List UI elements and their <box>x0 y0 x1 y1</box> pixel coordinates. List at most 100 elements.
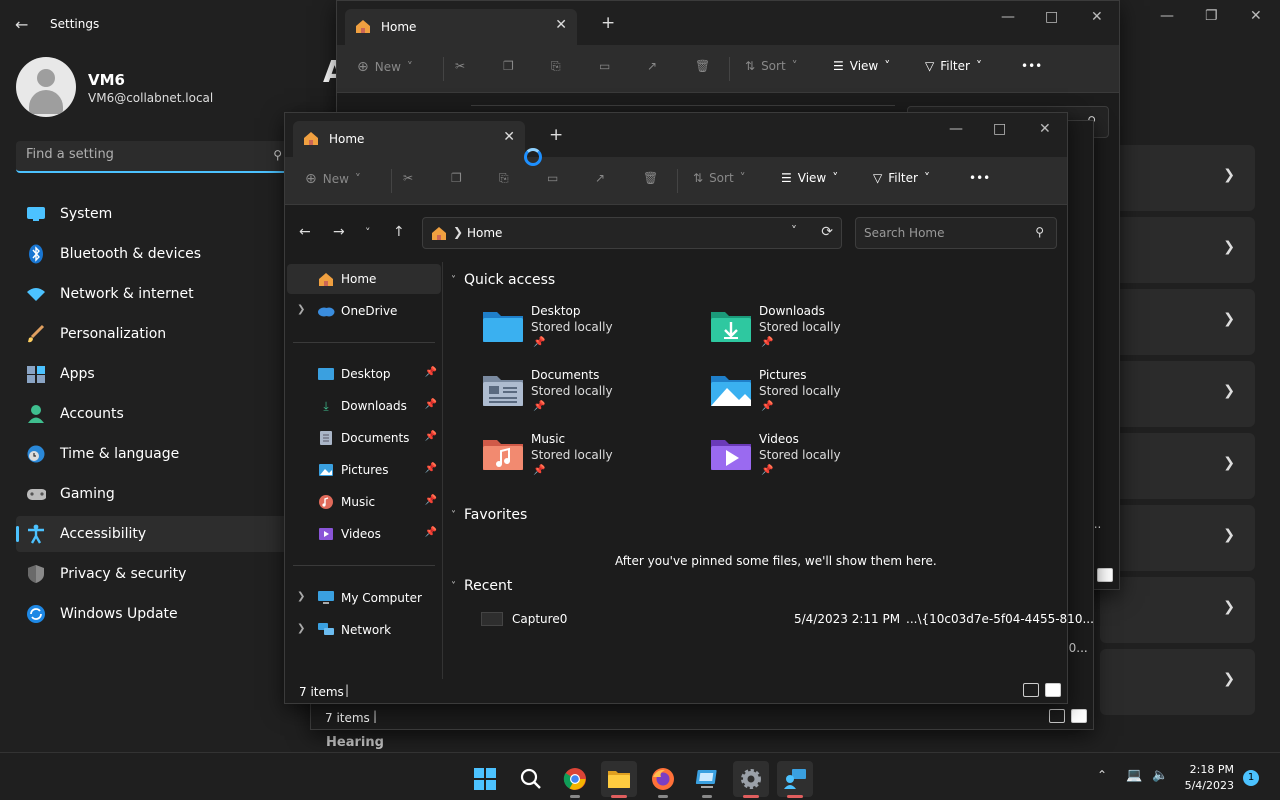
quick-access-item-downloads[interactable]: Downloads Stored locally 📌 <box>709 304 909 360</box>
notification-badge[interactable]: 1 <box>1243 770 1259 786</box>
close-tab-icon[interactable]: ✕ <box>503 129 515 145</box>
find-setting-input[interactable] <box>26 147 256 162</box>
paste-icon[interactable]: ⎘ <box>551 59 561 74</box>
sidebar-item-my-computer[interactable]: ❯ My Computer <box>287 583 441 613</box>
chevron-down-icon[interactable]: ˅ <box>791 224 797 238</box>
connect-button[interactable] <box>777 761 813 798</box>
settings-card[interactable]: ❯ <box>1100 577 1255 643</box>
favorites-header[interactable]: ˅ Favorites <box>451 507 527 523</box>
sidebar-item-videos[interactable]: Videos 📌 <box>287 519 441 549</box>
volume-icon[interactable]: 🔈 <box>1152 768 1168 783</box>
share-icon[interactable]: ↗ <box>647 59 657 73</box>
rename-icon[interactable]: ▭ <box>599 59 610 73</box>
avatar[interactable] <box>16 57 76 117</box>
sidebar-item-documents[interactable]: Documents 📌 <box>287 423 441 453</box>
filter-button[interactable]: ▽ Filter ˅ <box>925 59 982 73</box>
sidebar-item-downloads[interactable]: ⤓ Downloads 📌 <box>287 391 441 421</box>
sidebar-item-pictures[interactable]: Pictures 📌 <box>287 455 441 485</box>
minimize-icon[interactable]: — <box>1001 9 1015 25</box>
back-arrow-icon[interactable]: ← <box>299 224 311 240</box>
nav-item-windows-update[interactable]: Windows Update <box>16 596 288 632</box>
nav-item-bluetooth[interactable]: Bluetooth & devices <box>16 236 288 272</box>
quick-access-item-pictures[interactable]: Pictures Stored locally 📌 <box>709 368 909 424</box>
close-icon[interactable]: ✕ <box>1039 121 1051 137</box>
tab-home[interactable]: Home ✕ <box>345 9 577 45</box>
search-box[interactable]: ⚲ <box>855 217 1057 249</box>
pin-icon[interactable]: 📌 <box>425 399 437 410</box>
settings-card[interactable]: ❯ <box>1100 433 1255 499</box>
maximize-icon[interactable]: □ <box>1045 9 1058 25</box>
pin-icon[interactable]: 📌 <box>425 431 437 442</box>
pin-icon[interactable]: 📌 <box>425 495 437 506</box>
minimize-icon[interactable]: — <box>949 121 963 137</box>
quick-access-item-desktop[interactable]: Desktop Stored locally 📌 <box>481 304 681 360</box>
sidebar-item-network[interactable]: ❯ Network <box>287 615 441 645</box>
close-icon[interactable]: ✕ <box>1091 9 1103 25</box>
remote-desktop-button[interactable] <box>689 761 725 798</box>
network-status-icon[interactable]: 💻 <box>1126 768 1142 783</box>
nav-item-network[interactable]: Network & internet <box>16 276 288 312</box>
forward-arrow-icon[interactable]: → <box>333 224 345 240</box>
pin-icon[interactable]: 📌 <box>425 463 437 474</box>
nav-item-apps[interactable]: Apps <box>16 356 288 392</box>
recent-header[interactable]: ˅ Recent <box>451 578 512 594</box>
tiles-view-icon[interactable] <box>1071 709 1087 723</box>
nav-item-time-language[interactable]: Time & language <box>16 436 288 472</box>
new-tab-icon[interactable]: + <box>601 13 615 33</box>
quick-access-item-documents[interactable]: Documents Stored locally 📌 <box>481 368 681 424</box>
view-button[interactable]: ☰ View ˅ <box>833 59 890 73</box>
breadcrumb[interactable]: Home <box>467 226 502 240</box>
tiles-view-icon[interactable] <box>1045 683 1061 697</box>
rename-icon[interactable]: ▭ <box>547 171 558 185</box>
back-arrow-icon[interactable]: ← <box>15 15 28 34</box>
quick-access-item-music[interactable]: Music Stored locally 📌 <box>481 432 681 488</box>
nav-item-personalization[interactable]: Personalization <box>16 316 288 352</box>
tab-home[interactable]: Home ✕ <box>293 121 525 157</box>
close-tab-icon[interactable]: ✕ <box>555 17 567 33</box>
chevron-right-icon[interactable]: ❯ <box>297 304 305 315</box>
nav-item-gaming[interactable]: Gaming <box>16 476 288 512</box>
pin-icon[interactable]: 📌 <box>425 527 437 538</box>
start-button[interactable] <box>467 761 503 797</box>
maximize-icon[interactable]: □ <box>993 121 1006 137</box>
up-arrow-icon[interactable]: ↑ <box>393 224 405 240</box>
sidebar-item-home[interactable]: Home <box>287 264 441 294</box>
details-view-icon[interactable] <box>1023 683 1039 697</box>
settings-card[interactable]: ❯ <box>1100 649 1255 715</box>
details-view-icon[interactable] <box>1049 709 1065 723</box>
paste-icon[interactable]: ⎘ <box>499 171 509 186</box>
more-options-icon[interactable]: ••• <box>1021 59 1042 73</box>
search-input[interactable] <box>864 226 1024 240</box>
restore-icon[interactable]: ❐ <box>1205 8 1218 24</box>
tiles-view-icon[interactable] <box>1097 568 1113 582</box>
cut-icon[interactable]: ✂ <box>403 171 413 185</box>
quick-access-item-videos[interactable]: Videos Stored locally 📌 <box>709 432 909 488</box>
settings-card[interactable]: ❯ <box>1100 289 1255 355</box>
cut-icon[interactable]: ✂ <box>455 59 465 73</box>
view-button[interactable]: ☰ View ˅ <box>781 171 838 185</box>
show-hidden-icons-icon[interactable]: ⌃ <box>1097 768 1107 782</box>
refresh-icon[interactable]: ⟳ <box>821 224 833 240</box>
chevron-right-icon[interactable]: ❯ <box>297 591 305 602</box>
minimize-icon[interactable]: — <box>1160 8 1174 24</box>
table-row[interactable]: Capture0 5/4/2023 2:11 PM ...\{10c03d7e-… <box>445 608 1094 632</box>
settings-card[interactable]: ❯ <box>1100 217 1255 283</box>
sidebar-item-desktop[interactable]: Desktop 📌 <box>287 359 441 389</box>
nav-item-privacy[interactable]: Privacy & security <box>16 556 288 592</box>
copy-icon[interactable]: ❐ <box>451 171 462 185</box>
chrome-button[interactable] <box>557 761 593 798</box>
settings-button[interactable] <box>733 761 769 798</box>
sort-button[interactable]: ⇅ Sort ˅ <box>693 171 746 185</box>
delete-icon[interactable]: 🗑 <box>695 59 710 73</box>
more-options-icon[interactable]: ••• <box>969 171 990 185</box>
search-button[interactable] <box>513 761 549 797</box>
nav-item-system[interactable]: System <box>16 196 288 232</box>
share-icon[interactable]: ↗ <box>595 171 605 185</box>
delete-icon[interactable]: 🗑 <box>643 171 658 185</box>
nav-item-accounts[interactable]: Accounts <box>16 396 288 432</box>
address-bar[interactable]: ❯ Home ˅ ⟳ <box>422 217 842 249</box>
clock-date[interactable]: 5/4/2023 <box>1180 779 1234 792</box>
chevron-right-icon[interactable]: ❯ <box>297 623 305 634</box>
sidebar-item-music[interactable]: Music 📌 <box>287 487 441 517</box>
new-button[interactable]: ⊕ New ˅ <box>305 171 361 187</box>
